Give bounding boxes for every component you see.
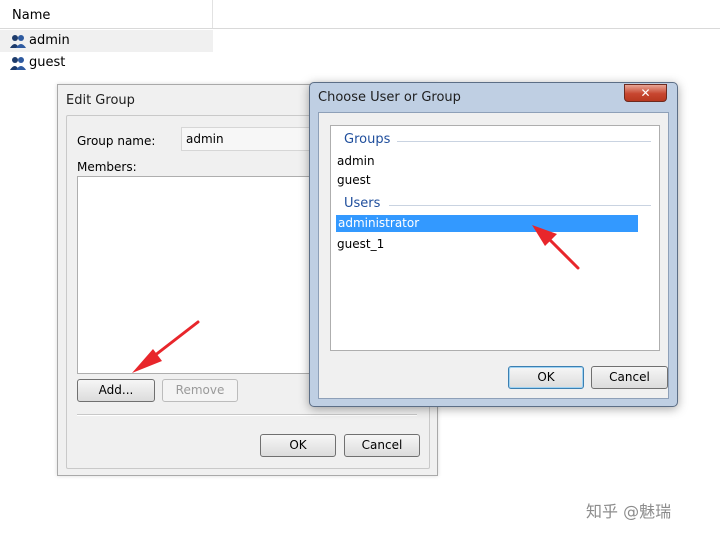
dialog-title: Choose User or Group: [318, 90, 461, 105]
divider: [77, 414, 417, 416]
choose-panel: Groups admin guest Users administrator g…: [318, 112, 669, 399]
list-item-user-guest-1[interactable]: guest_1: [337, 237, 384, 251]
list-item-label: administrator: [338, 216, 420, 230]
group-icon: [10, 57, 26, 70]
list-item-user-administrator[interactable]: administrator: [336, 215, 638, 232]
list-item-guest[interactable]: guest: [0, 52, 213, 74]
list-item-group-guest[interactable]: guest: [337, 173, 371, 187]
groups-header-line: [397, 141, 651, 142]
dialog-title: Edit Group: [66, 93, 135, 108]
groups-header: Groups: [344, 132, 391, 147]
ok-button[interactable]: OK: [260, 434, 336, 457]
choose-ok-button[interactable]: OK: [508, 366, 584, 389]
watermark: 知乎 @魅瑞: [586, 502, 672, 521]
group-name-field[interactable]: admin: [181, 127, 311, 151]
cancel-button[interactable]: Cancel: [344, 434, 420, 457]
add-button[interactable]: Add...: [77, 379, 155, 402]
group-name-label: Group name:: [77, 134, 156, 148]
group-icon: [10, 35, 26, 48]
choose-user-group-dialog: Choose User or Group ✕ Groups admin gues…: [309, 82, 678, 407]
list-item-admin[interactable]: admin: [0, 30, 213, 52]
user-group-list[interactable]: Groups admin guest Users administrator g…: [330, 125, 660, 351]
list-item-group-admin[interactable]: admin: [337, 154, 375, 168]
list-header: Name: [0, 0, 720, 29]
members-label: Members:: [77, 160, 137, 174]
close-button[interactable]: ✕: [624, 84, 667, 102]
name-column-header[interactable]: Name: [0, 0, 213, 28]
name-column-label: Name: [12, 8, 51, 23]
members-list[interactable]: [77, 176, 317, 374]
close-icon: ✕: [640, 86, 651, 100]
users-header: Users: [344, 196, 381, 211]
list-item-label: guest: [29, 55, 66, 70]
users-header-line: [389, 205, 651, 206]
list-item-label: admin: [29, 33, 70, 48]
choose-cancel-button[interactable]: Cancel: [591, 366, 668, 389]
group-name-value: admin: [186, 132, 224, 146]
remove-button[interactable]: Remove: [162, 379, 238, 402]
